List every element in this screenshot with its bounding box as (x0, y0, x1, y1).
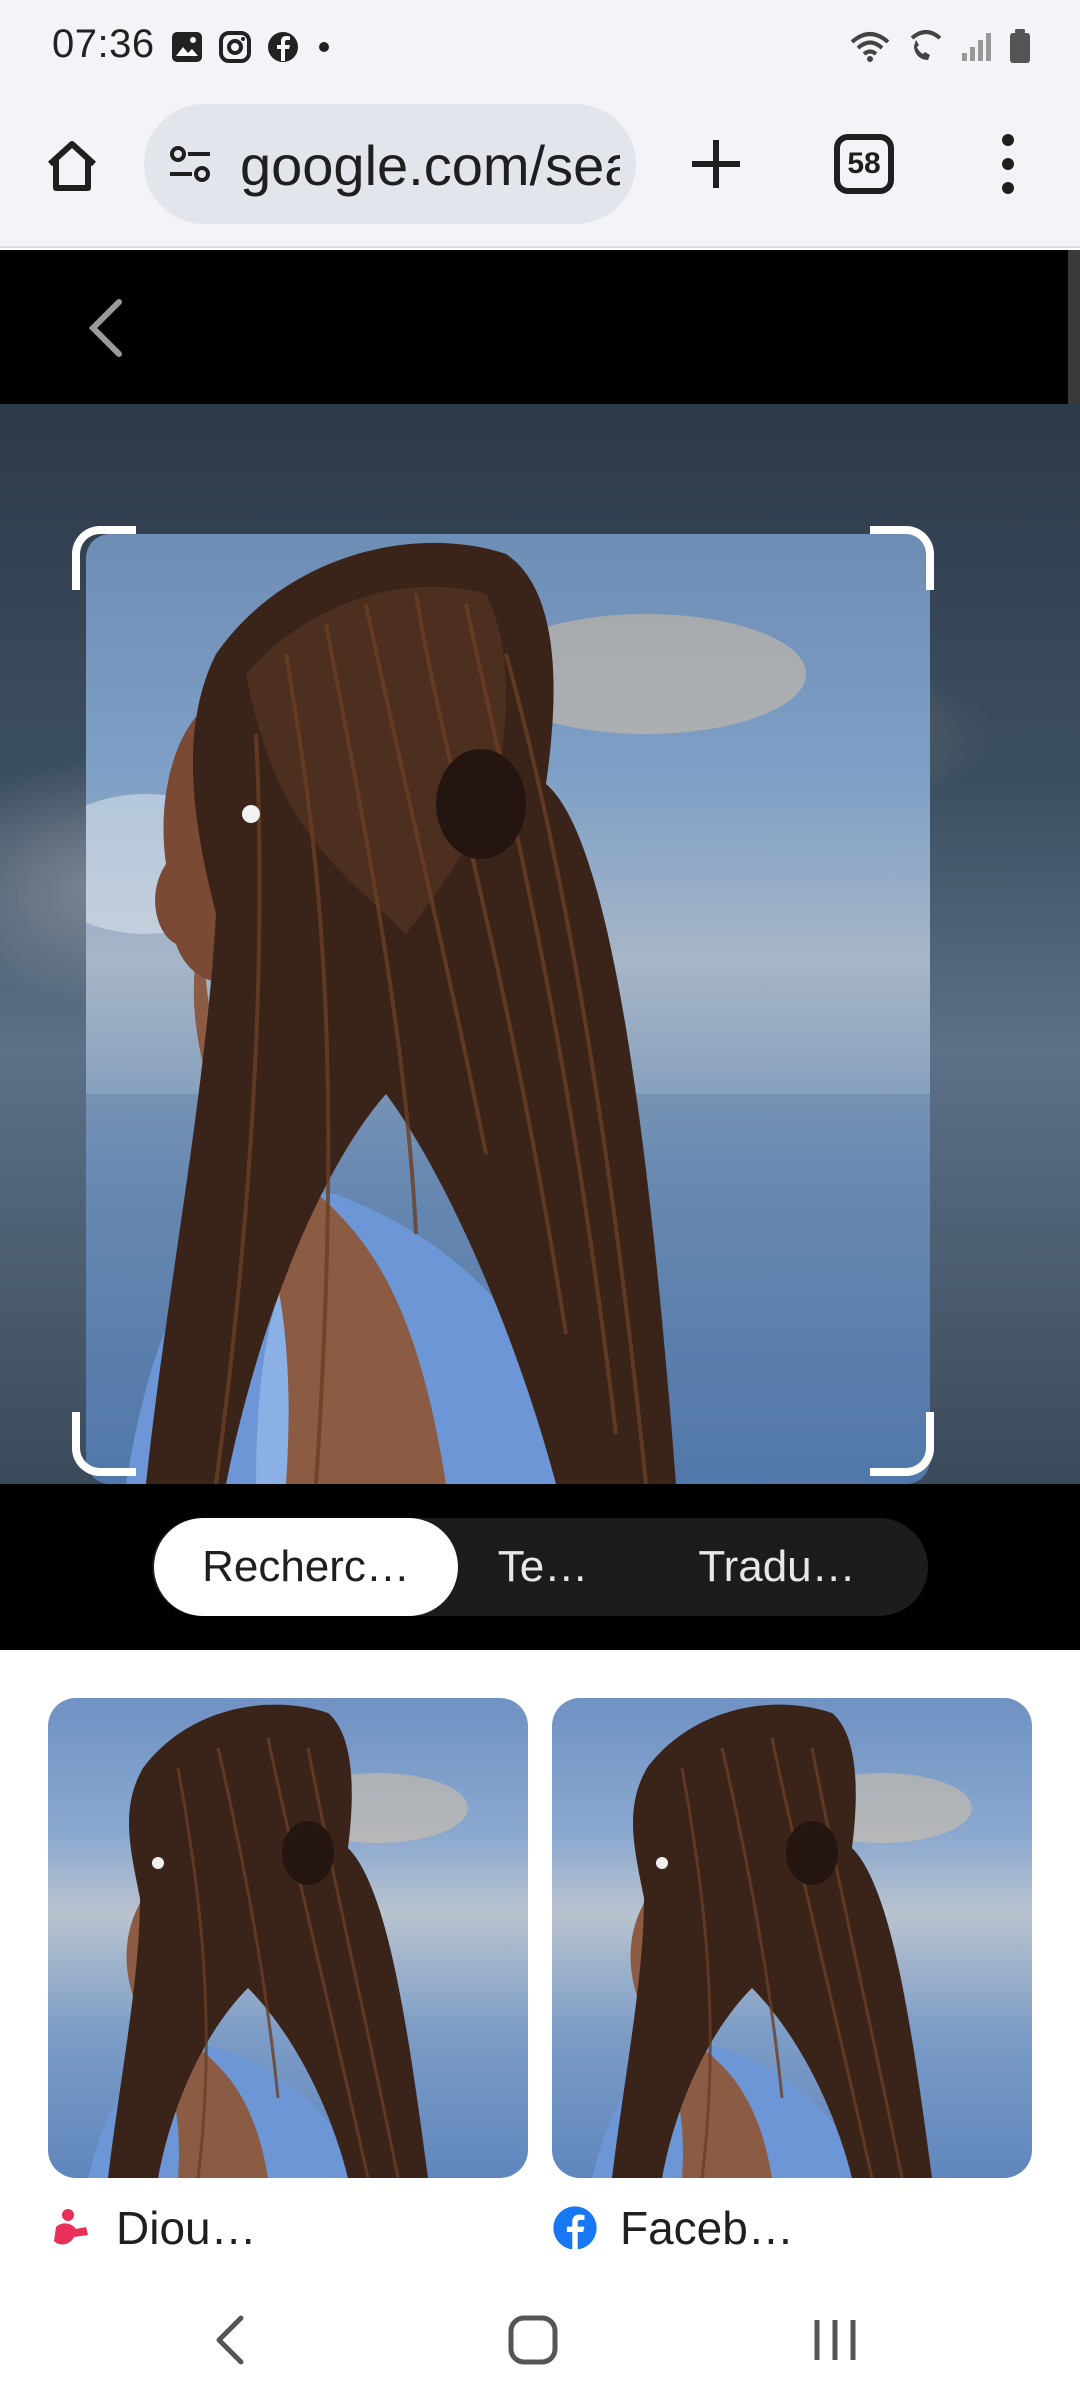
home-icon (508, 2315, 558, 2365)
nav-home-button[interactable] (488, 2298, 578, 2382)
facebook-icon (268, 32, 298, 62)
battery-icon (1010, 29, 1030, 63)
result-thumbnail[interactable] (552, 1698, 1032, 2178)
crop-handle-bottom-right[interactable] (870, 1412, 934, 1476)
result-source[interactable]: Faceb… (552, 2198, 1032, 2258)
crop-handle-top-right[interactable] (870, 526, 934, 590)
home-button[interactable] (38, 132, 106, 200)
tab-search[interactable]: Recherc… (154, 1518, 458, 1616)
chevron-left-icon (88, 299, 122, 357)
nav-recents-button[interactable] (790, 2298, 880, 2382)
lens-mode-bar: Recherc… Te… Tradu… (0, 1484, 1080, 1650)
braids-photo (86, 542, 930, 1484)
browser-toolbar: google.com/search 58 (0, 96, 1080, 248)
system-status-icons (848, 28, 1032, 64)
tab-text[interactable]: Te… (458, 1518, 628, 1616)
result-thumbnail[interactable] (48, 1698, 528, 2178)
crop-handle-bottom-left[interactable] (72, 1412, 136, 1476)
scrollbar[interactable] (1068, 250, 1080, 404)
system-nav-bar (0, 2280, 1080, 2400)
tab-count: 58 (847, 147, 881, 180)
site-favicon-icon (54, 2209, 88, 2245)
signal-icon (962, 33, 991, 61)
result-image (88, 1704, 468, 2178)
result-source[interactable]: Diou… (48, 2198, 528, 2258)
notification-icons (170, 30, 334, 64)
wifi-calling-icon (910, 30, 942, 60)
instagram-icon (219, 31, 251, 63)
status-bar: 07:36 (0, 0, 1080, 96)
recents-icon (814, 2320, 856, 2360)
lens-mode-selector: Recherc… Te… Tradu… (152, 1518, 928, 1616)
gallery-icon (172, 32, 202, 62)
site-settings-icon[interactable] (166, 140, 214, 188)
wifi-icon (850, 32, 890, 62)
tab-translate[interactable]: Tradu… (628, 1518, 926, 1616)
selected-image-region[interactable] (86, 534, 930, 1484)
result-source-label[interactable]: Diou… (116, 2201, 257, 2255)
result-source-label[interactable]: Faceb… (620, 2201, 794, 2255)
back-icon (216, 2315, 244, 2365)
more-menu-button[interactable] (976, 124, 1040, 204)
visual-matches: Diou… Faceb… (0, 1650, 1080, 2280)
lens-header (0, 250, 1068, 404)
result-card[interactable]: Diou… (48, 1698, 528, 2258)
tab-switcher-button[interactable]: 58 (834, 134, 894, 194)
nav-back-button[interactable] (186, 2298, 276, 2382)
result-card[interactable]: Faceb… (552, 1698, 1032, 2258)
status-time: 07:36 (52, 22, 155, 66)
result-image (592, 1704, 972, 2178)
plus-icon (692, 140, 740, 188)
url-text[interactable]: google.com/search (240, 134, 620, 198)
more-vert-icon (1002, 134, 1014, 146)
dot-icon (319, 42, 329, 52)
new-tab-button[interactable] (680, 128, 752, 200)
facebook-icon (553, 2206, 597, 2250)
address-bar[interactable]: google.com/search (144, 104, 636, 224)
lens-back-button[interactable] (70, 290, 140, 366)
crop-handle-top-left[interactable] (72, 526, 136, 590)
lens-image-stage (0, 404, 1080, 1484)
home-icon (47, 141, 97, 191)
